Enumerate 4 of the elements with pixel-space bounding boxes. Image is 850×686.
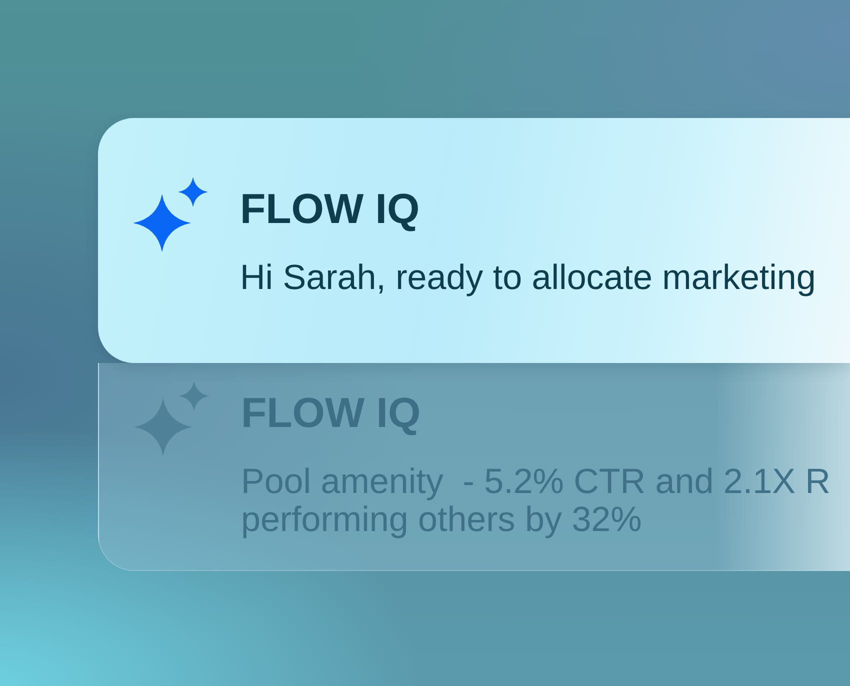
app-name: FLOW IQ [240, 184, 420, 234]
sparkle-icon [133, 177, 208, 252]
sparkle-icon [134, 381, 209, 456]
message-text: Hi Sarah, ready to allocate marketing [240, 259, 816, 297]
